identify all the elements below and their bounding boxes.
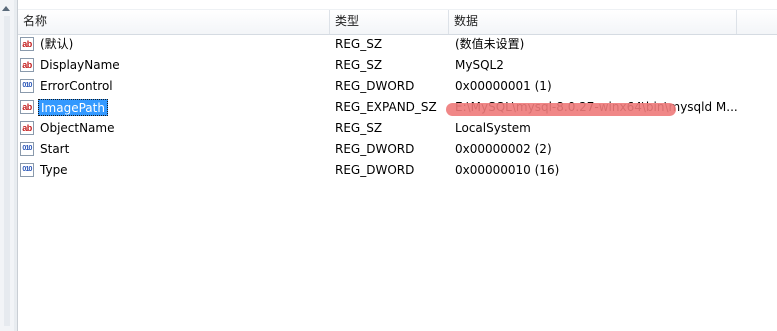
value-type: REG_DWORD [335,142,415,156]
value-type: REG_DWORD [335,163,415,177]
value-name[interactable]: Type [38,160,70,181]
value-name[interactable]: ObjectName [38,118,116,139]
binary-value-icon: 010 [20,142,34,156]
string-value-icon: ab [20,100,34,114]
vertical-scrollbar[interactable] [4,16,10,326]
value-name-cell: ab (默认) [20,34,326,55]
value-type: REG_SZ [335,58,383,72]
value-row-type[interactable]: 010 Type REG_DWORD 0x00000010 (16) [18,160,777,181]
value-name-cell: 010 Type [20,160,326,181]
value-type: REG_SZ [335,121,383,135]
value-data: MySQL2 [455,58,504,72]
highlight-annotation [446,103,676,116]
value-row-errorcontrol[interactable]: 010 ErrorControl REG_DWORD 0x00000001 (1… [18,76,777,97]
value-name-selected[interactable]: ImagePath [38,99,108,116]
value-name-cell: 010 ErrorControl [20,76,326,97]
value-name-cell: ab DisplayName [20,55,326,76]
value-name-cell: ab ObjectName [20,118,326,139]
value-name[interactable]: Start [38,139,71,160]
value-name-cell: 010 Start [20,139,326,160]
value-data: LocalSystem [455,121,531,135]
value-row-default[interactable]: ab (默认) REG_SZ (数值未设置) [18,34,777,55]
string-value-icon: ab [20,58,34,72]
value-data: 0x00000010 (16) [455,163,560,177]
string-value-icon: ab [20,37,34,51]
value-data: 0x00000001 (1) [455,79,552,93]
list-header: 名称 类型 数据 [18,9,777,35]
binary-value-icon: 010 [20,163,34,177]
value-name[interactable]: ErrorControl [38,76,115,97]
value-type: REG_DWORD [335,79,415,93]
value-name[interactable]: (默认) [38,34,75,55]
scroll-up-icon[interactable] [2,6,10,11]
value-row-displayname[interactable]: ab DisplayName REG_SZ MySQL2 [18,55,777,76]
value-name-cell: ab ImagePath [20,97,326,118]
value-row-start[interactable]: 010 Start REG_DWORD 0x00000002 (2) [18,139,777,160]
column-header-data[interactable]: 数据 [449,10,737,34]
registry-editor-window: 名称 类型 数据 ab (默认) REG_SZ (数值未设置) ab Displ… [0,0,777,331]
column-header-filler [737,10,777,34]
column-header-name[interactable]: 名称 [18,10,330,34]
value-name[interactable]: DisplayName [38,55,122,76]
binary-value-icon: 010 [20,79,34,93]
column-header-type[interactable]: 类型 [330,10,449,34]
value-type: REG_SZ [335,37,383,51]
value-data: 0x00000002 (2) [455,142,552,156]
string-value-icon: ab [20,121,34,135]
registry-values-list: 名称 类型 数据 ab (默认) REG_SZ (数值未设置) ab Displ… [18,0,777,331]
tree-pane-edge[interactable] [0,0,15,331]
value-data: (数值未设置) [455,37,525,51]
value-row-objectname[interactable]: ab ObjectName REG_SZ LocalSystem [18,118,777,139]
value-type: REG_EXPAND_SZ [335,100,437,114]
